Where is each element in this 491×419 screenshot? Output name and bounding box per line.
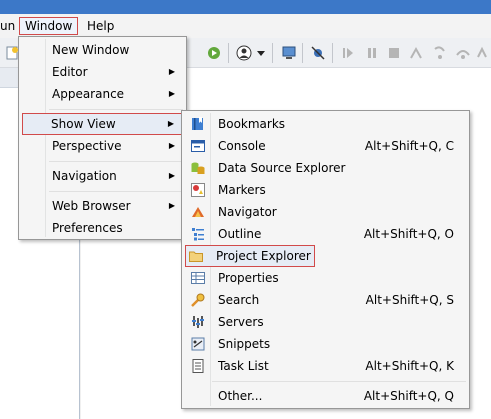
menu-item-label: Outline (218, 227, 262, 241)
servers-icon (192, 316, 204, 328)
menu-item-editor[interactable]: Editor ▶ (22, 61, 183, 83)
run-config-icon[interactable] (206, 45, 222, 61)
menu-item-label: Data Source Explorer (218, 161, 346, 175)
menu-item-label: New Window (52, 43, 130, 57)
step-return-icon[interactable] (476, 45, 488, 61)
outline-icon (192, 228, 204, 241)
menu-item-label: Preferences (52, 221, 123, 235)
menu-item-project-explorer[interactable]: Project Explorer (185, 245, 315, 267)
menu-run[interactable]: un (0, 17, 19, 35)
menu-item-label: Bookmarks (218, 117, 286, 131)
menu-item-label: Other... (218, 389, 263, 403)
menu-item-label: Navigation (52, 169, 117, 183)
menu-item-preferences[interactable]: Preferences (22, 217, 183, 239)
menu-item-web-browser[interactable]: Web Browser ▶ (22, 195, 183, 217)
console-icon (191, 140, 205, 152)
menu-item-snippets[interactable]: Snippets (185, 333, 466, 355)
submenu-arrow-icon: ▶ (167, 119, 174, 128)
menu-item-console[interactable]: Console Alt+Shift+Q, C (185, 135, 466, 157)
menu-item-servers[interactable]: Servers (185, 311, 466, 333)
toolbar-separator (332, 43, 333, 63)
resume-icon[interactable] (340, 45, 356, 61)
data-source-icon (191, 162, 205, 174)
snippets-icon (191, 337, 205, 351)
folder-icon (189, 251, 203, 262)
submenu-arrow-icon: ▶ (168, 141, 175, 150)
toolbar-separator (272, 43, 273, 63)
menu-item-bookmarks[interactable]: Bookmarks (185, 113, 466, 135)
markers-icon (191, 183, 205, 197)
properties-icon (191, 272, 205, 284)
menu-item-search[interactable]: Search Alt+Shift+Q, S (185, 289, 466, 311)
menu-item-outline[interactable]: Outline Alt+Shift+Q, O (185, 223, 466, 245)
menu-item-label: Search (218, 293, 260, 307)
step-over-icon[interactable] (455, 45, 471, 61)
menu-separator (49, 161, 183, 162)
show-view-submenu: Bookmarks Console Alt+Shift+Q, C Data So… (181, 110, 470, 409)
submenu-arrow-icon: ▶ (168, 89, 175, 98)
toolbar-separator (302, 43, 303, 63)
shortcut-label: Alt+Shift+Q, S (365, 293, 454, 307)
user-icon[interactable] (236, 45, 252, 61)
navigator-icon (192, 207, 204, 217)
submenu-arrow-icon: ▶ (168, 201, 175, 210)
menu-item-perspective[interactable]: Perspective ▶ (22, 135, 183, 157)
task-list-icon (192, 359, 204, 373)
submenu-arrow-icon: ▶ (168, 171, 175, 180)
menu-item-task-list[interactable]: Task List Alt+Shift+Q, K (185, 355, 466, 377)
menu-bar: un Window Help (0, 14, 491, 38)
menu-item-label: Markers (218, 183, 266, 197)
bookmarks-icon (192, 117, 203, 130)
menu-window[interactable]: Window (19, 17, 79, 35)
submenu-arrow-icon: ▶ (168, 67, 175, 76)
shortcut-label: Alt+Shift+Q, K (365, 359, 454, 373)
menu-separator (49, 109, 183, 110)
search-icon (191, 293, 205, 307)
menu-item-label: Snippets (218, 337, 271, 351)
skip-breakpoints-icon[interactable] (310, 45, 326, 61)
menu-separator (212, 381, 466, 382)
menu-item-label: Web Browser (52, 199, 131, 213)
menu-item-label: Show View (51, 117, 116, 131)
shortcut-label: Alt+Shift+Q, C (364, 139, 454, 153)
shortcut-label: Alt+Shift+Q, Q (363, 389, 454, 403)
menu-item-label: Editor (52, 65, 88, 79)
window-title-bar (0, 0, 491, 14)
shortcut-label: Alt+Shift+Q, O (363, 227, 454, 241)
menu-item-data-source-explorer[interactable]: Data Source Explorer (185, 157, 466, 179)
menu-item-navigator[interactable]: Navigator (185, 201, 466, 223)
menu-item-label: Servers (218, 315, 264, 329)
window-menu: New Window Editor ▶ Appearance ▶ Show Vi… (18, 36, 187, 240)
suspend-icon[interactable] (364, 45, 380, 61)
menu-item-label: Perspective (52, 139, 122, 153)
menu-item-navigation[interactable]: Navigation ▶ (22, 165, 183, 187)
menu-item-label: Appearance (52, 87, 125, 101)
menu-item-other[interactable]: Other... Alt+Shift+Q, Q (185, 385, 466, 407)
menu-separator (49, 191, 183, 192)
menu-item-show-view[interactable]: Show View ▶ (22, 113, 183, 135)
disconnect-icon[interactable] (408, 45, 424, 61)
step-into-icon[interactable] (432, 45, 448, 61)
menu-help[interactable]: Help (83, 17, 118, 35)
terminate-icon[interactable] (386, 45, 402, 61)
toolbar-separator (228, 43, 229, 63)
menu-item-label: Properties (218, 271, 279, 285)
menu-item-label: Console (218, 139, 266, 153)
monitor-icon[interactable] (281, 45, 297, 61)
menu-item-appearance[interactable]: Appearance ▶ (22, 83, 183, 105)
menu-item-label: Task List (218, 359, 269, 373)
menu-item-label: Navigator (218, 205, 277, 219)
chevron-down-icon[interactable] (256, 45, 266, 61)
menu-item-label: Project Explorer (216, 249, 311, 263)
menu-item-new-window[interactable]: New Window (22, 39, 183, 61)
menu-item-markers[interactable]: Markers (185, 179, 466, 201)
menu-item-properties[interactable]: Properties (185, 267, 466, 289)
